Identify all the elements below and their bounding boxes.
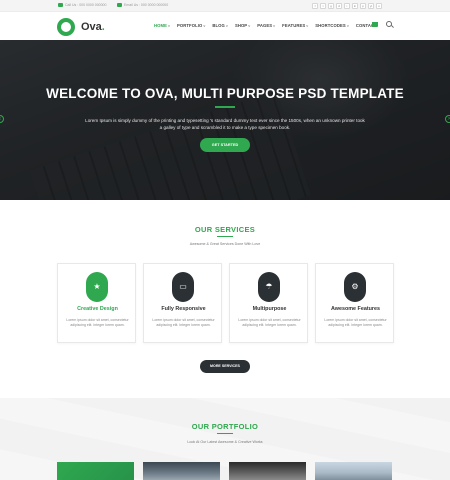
nav-item-blog[interactable]: BLOGv	[212, 23, 228, 28]
nav-item-pages[interactable]: PAGESv	[257, 23, 275, 28]
dribbble-icon[interactable]: d	[336, 3, 342, 9]
email-text: Email Us : 000 0000 000000	[124, 3, 169, 7]
hero-banner: WELCOME TO OVA, MULTI PURPOSE PSD TEMPLA…	[0, 40, 450, 200]
services-title: OUR SERVICES	[194, 225, 256, 234]
logo-name: Ova	[81, 21, 102, 33]
nav-item-shortcodes[interactable]: SHORTCODESv	[315, 23, 349, 28]
phone-icon	[58, 3, 63, 7]
nav-label: SHORTCODES	[315, 23, 346, 28]
service-card-fully-responsive[interactable]: ▭ Fully Responsive Lorem ipsum dolor sit…	[143, 263, 222, 343]
logo-dot: .	[101, 21, 105, 33]
youtube-icon[interactable]: yt	[368, 3, 374, 9]
portfolio-subtitle: Look At Our Latest Awesome & Creative Wo…	[187, 440, 263, 444]
linkedin-icon[interactable]: in	[352, 3, 358, 9]
email-info: Email Us : 000 0000 000000	[117, 3, 168, 7]
logo[interactable]: Ova.	[81, 21, 105, 33]
chevron-down-icon: v	[225, 24, 228, 28]
instagram-icon[interactable]: i	[344, 3, 350, 9]
mail-icon	[117, 3, 122, 7]
portfolio-title: OUR PORTFOLIO	[191, 422, 259, 431]
nav-label: FEATURES	[282, 23, 306, 28]
gear-icon: ⚙	[344, 272, 366, 302]
nav-label: SHOP	[234, 23, 248, 28]
google-plus-icon[interactable]: g	[328, 3, 334, 9]
twitter-icon[interactable]: t	[320, 3, 326, 9]
search-icon[interactable]	[386, 21, 392, 27]
portfolio-divider	[217, 433, 233, 435]
service-card-awesome-features[interactable]: ⚙ Awesome Features Lorem ipsum dolor sit…	[315, 263, 394, 343]
service-title: Multipurpose	[252, 306, 287, 312]
service-title: Fully Responsive	[161, 306, 206, 312]
more-services-button[interactable]: MORE SERVICES	[200, 360, 250, 373]
portfolio-item[interactable]	[143, 462, 220, 480]
chevron-down-icon: v	[167, 24, 171, 28]
nav-item-portfolio[interactable]: PORTFOLIOv	[177, 23, 205, 28]
pinterest-icon[interactable]: p	[360, 3, 366, 9]
phone-text: Call Us : 000 0000 000000	[65, 3, 107, 7]
nav-item-features[interactable]: FEATURESv	[282, 23, 308, 28]
chevron-down-icon: v	[273, 24, 276, 28]
umbrella-icon: ☂	[258, 272, 280, 302]
service-title: Awesome Features	[330, 306, 381, 312]
slider-next-button[interactable]: >	[445, 115, 450, 123]
skype-icon[interactable]: s	[376, 3, 382, 9]
chevron-down-icon: v	[248, 24, 251, 28]
portfolio-item[interactable]	[57, 462, 134, 480]
hero-divider	[215, 106, 235, 108]
hero-title: WELCOME TO OVA, MULTI PURPOSE PSD TEMPLA…	[46, 86, 404, 101]
hero-text: Lorem Ipsum is simply dummy of the print…	[85, 118, 365, 130]
monitor-icon: ▭	[172, 272, 194, 302]
service-text: Lorem ipsum dolor sit amet, consectetur …	[66, 318, 129, 327]
star-icon: ★	[86, 272, 108, 302]
top-bar: Call Us : 000 0000 000000 Email Us : 000…	[0, 0, 450, 12]
service-text: Lorem ipsum dolor sit amet, consectetur …	[324, 318, 387, 327]
portfolio-item[interactable]	[229, 462, 306, 480]
nav-label: HOME	[154, 23, 167, 28]
chevron-down-icon: v	[306, 24, 309, 28]
service-card-creative-design[interactable]: ★ Creative Design Lorem ipsum dolor sit …	[57, 263, 136, 343]
facebook-icon[interactable]: f	[312, 3, 318, 9]
services-divider	[217, 236, 233, 238]
chevron-down-icon: v	[346, 24, 349, 28]
service-title: Creative Design	[77, 306, 118, 312]
nav-item-home[interactable]: HOMEv	[154, 23, 170, 28]
nav-item-shop[interactable]: SHOPv	[235, 23, 250, 28]
cart-icon[interactable]	[372, 22, 378, 27]
services-subtitle: Awesome & Great Services Done With Love	[189, 242, 261, 246]
get-started-button[interactable]: GET STARTED	[200, 138, 250, 152]
phone-info: Call Us : 000 0000 000000	[58, 3, 106, 7]
chevron-down-icon: v	[203, 24, 206, 28]
main-nav: HOMEv PORTFOLIOv BLOGv SHOPv PAGESv FEAT…	[154, 23, 384, 28]
service-card-multipurpose[interactable]: ☂ Multipurpose Lorem ipsum dolor sit ame…	[229, 263, 308, 343]
logo-icon[interactable]	[57, 18, 75, 36]
portfolio-item[interactable]	[315, 462, 392, 480]
nav-label: PORTFOLIO	[177, 23, 203, 28]
nav-label: PAGES	[257, 23, 273, 28]
social-links: f t g d i in p yt s	[312, 3, 382, 9]
service-text: Lorem ipsum dolor sit amet, consectetur …	[238, 318, 301, 327]
nav-label: BLOG	[212, 23, 225, 28]
service-text: Lorem ipsum dolor sit amet, consectetur …	[152, 318, 215, 327]
